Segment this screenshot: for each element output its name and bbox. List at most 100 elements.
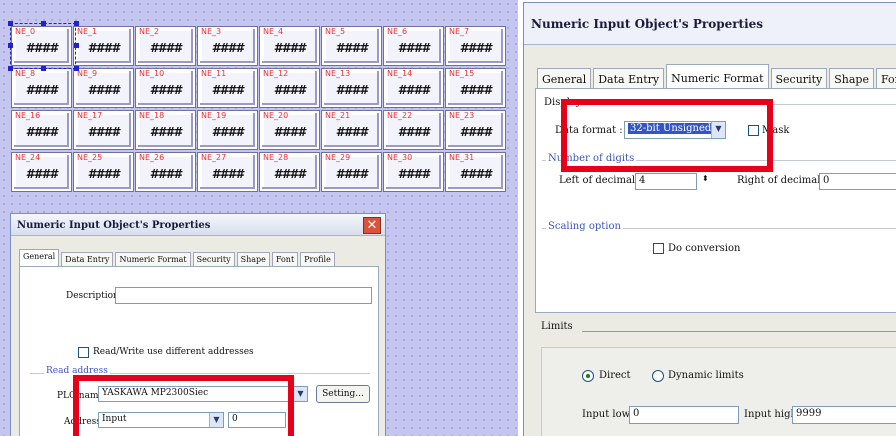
numeric-input-cell[interactable]: NE_23 #### (445, 110, 506, 150)
cell-value: #### (25, 167, 58, 181)
selection-handle[interactable] (8, 43, 13, 48)
cell-value: #### (273, 83, 306, 97)
numeric-input-cell[interactable]: NE_5 #### (321, 26, 382, 66)
do-conversion-checkbox[interactable] (653, 243, 664, 254)
numeric-input-cell[interactable]: NE_4 #### (259, 26, 320, 66)
numeric-input-cell[interactable]: NE_30 #### (383, 152, 444, 192)
selection-handle[interactable] (74, 21, 79, 26)
tab-profile[interactable]: Profile (300, 252, 335, 266)
tab-font[interactable]: Font (875, 68, 896, 89)
cell-tag: NE_21 (325, 111, 351, 120)
numeric-input-cell[interactable]: NE_24 #### (11, 152, 72, 192)
selection-handle[interactable] (8, 66, 13, 71)
cell-value: #### (459, 41, 492, 55)
cell-tag: NE_22 (387, 111, 413, 120)
limits-divider (582, 331, 896, 332)
cell-value: #### (459, 125, 492, 139)
cell-value: #### (149, 167, 182, 181)
rw-different-label: Read/Write use different addresses (93, 347, 254, 357)
cell-tag: NE_20 (263, 111, 289, 120)
left-decimal-field[interactable]: 4 (635, 173, 697, 190)
dynamic-limits-label: Dynamic limits (668, 370, 744, 381)
tab-numeric-format[interactable]: Numeric Format (115, 252, 191, 266)
properties-dialog-large: Numeric Input Object's Properties Genera… (523, 2, 896, 436)
numeric-input-cell[interactable]: NE_27 #### (197, 152, 258, 192)
cell-tag: NE_31 (449, 153, 475, 162)
properties-dialog-small: Numeric Input Object's Properties ✕ Gene… (10, 213, 386, 436)
tab-shape[interactable]: Shape (829, 68, 874, 89)
cell-tag: NE_11 (201, 69, 227, 78)
numeric-input-cell[interactable]: NE_1 #### (73, 26, 134, 66)
cell-tag: NE_19 (201, 111, 227, 120)
tab-numeric-format[interactable]: Numeric Format (666, 64, 769, 89)
close-icon[interactable]: ✕ (363, 217, 381, 234)
cell-value: #### (335, 41, 368, 55)
numeric-input-cell[interactable]: NE_16 #### (11, 110, 72, 150)
selection-handle[interactable] (8, 21, 13, 26)
cell-tag: NE_1 (77, 27, 98, 36)
numeric-input-cell[interactable]: NE_31 #### (445, 152, 506, 192)
dynamic-limits-radio[interactable] (652, 370, 664, 382)
spinner-icon[interactable]: ⬍ (702, 174, 709, 183)
selection-handle[interactable] (41, 21, 46, 26)
tab-data-entry[interactable]: Data Entry (593, 68, 665, 89)
description-field[interactable] (115, 287, 372, 304)
numeric-input-cell[interactable]: NE_7 #### (445, 26, 506, 66)
cell-value: #### (335, 167, 368, 181)
numeric-input-cell[interactable]: NE_20 #### (259, 110, 320, 150)
numeric-input-cell[interactable]: NE_22 #### (383, 110, 444, 150)
numeric-input-cell[interactable]: NE_21 #### (321, 110, 382, 150)
chevron-down-icon[interactable]: ▼ (293, 387, 307, 401)
numeric-input-cell[interactable]: NE_25 #### (73, 152, 134, 192)
numeric-input-cell[interactable]: NE_28 #### (259, 152, 320, 192)
tab-strip: General Data Entry Numeric Format Security S… (537, 64, 896, 89)
tab-general[interactable]: General (19, 249, 60, 266)
numeric-input-cell[interactable]: NE_18 #### (135, 110, 196, 150)
numeric-input-cell[interactable]: NE_14 #### (383, 68, 444, 108)
limits-label: Limits (541, 321, 573, 332)
numeric-input-cell[interactable]: NE_2 #### (135, 26, 196, 66)
cell-tag: NE_12 (263, 69, 289, 78)
cell-value: #### (149, 125, 182, 139)
tab-security[interactable]: Security (192, 252, 235, 266)
selection-handle[interactable] (74, 66, 79, 71)
cell-value: #### (87, 41, 120, 55)
numeric-input-cell[interactable]: NE_12 #### (259, 68, 320, 108)
numeric-input-cell[interactable]: NE_11 #### (197, 68, 258, 108)
numeric-input-cell[interactable]: NE_13 #### (321, 68, 382, 108)
tab-general[interactable]: General (537, 68, 592, 89)
selection-handle[interactable] (41, 66, 46, 71)
numeric-input-cell[interactable]: NE_3 #### (197, 26, 258, 66)
highlight-box-format (561, 99, 773, 172)
tab-data-entry[interactable]: Data Entry (61, 252, 114, 266)
input-low-field[interactable]: 0 (629, 406, 739, 424)
numeric-input-cell[interactable]: NE_9 #### (73, 68, 134, 108)
right-decimal-field[interactable]: 0 (819, 173, 896, 190)
numeric-input-cell[interactable]: NE_6 #### (383, 26, 444, 66)
tab-shape[interactable]: Shape (236, 252, 270, 266)
direct-radio[interactable] (582, 370, 594, 382)
selection-handle[interactable] (74, 43, 79, 48)
selection-box[interactable] (10, 23, 76, 69)
cell-tag: NE_16 (15, 111, 41, 120)
tab-font[interactable]: Font (271, 252, 299, 266)
setting-button[interactable]: Setting... (316, 385, 370, 403)
cell-value: #### (149, 41, 182, 55)
numeric-input-cell[interactable]: NE_10 #### (135, 68, 196, 108)
input-high-field[interactable]: 9999 (792, 406, 896, 424)
numeric-input-cell[interactable]: NE_8 #### (11, 68, 72, 108)
numeric-input-cell[interactable]: NE_17 #### (73, 110, 134, 150)
cell-tag: NE_27 (201, 153, 227, 162)
numeric-input-cell[interactable]: NE_29 #### (321, 152, 382, 192)
numeric-input-cell[interactable]: NE_15 #### (445, 68, 506, 108)
cell-value: #### (397, 167, 430, 181)
cell-value: #### (211, 167, 244, 181)
cell-tag: NE_4 (263, 27, 284, 36)
tab-security[interactable]: Security (770, 68, 828, 89)
numeric-input-cell[interactable]: NE_19 #### (197, 110, 258, 150)
numeric-input-cell[interactable]: NE_26 #### (135, 152, 196, 192)
cell-value: #### (273, 167, 306, 181)
cell-tag: NE_24 (15, 153, 41, 162)
rw-different-checkbox[interactable] (78, 347, 89, 358)
cell-tag: NE_23 (449, 111, 475, 120)
